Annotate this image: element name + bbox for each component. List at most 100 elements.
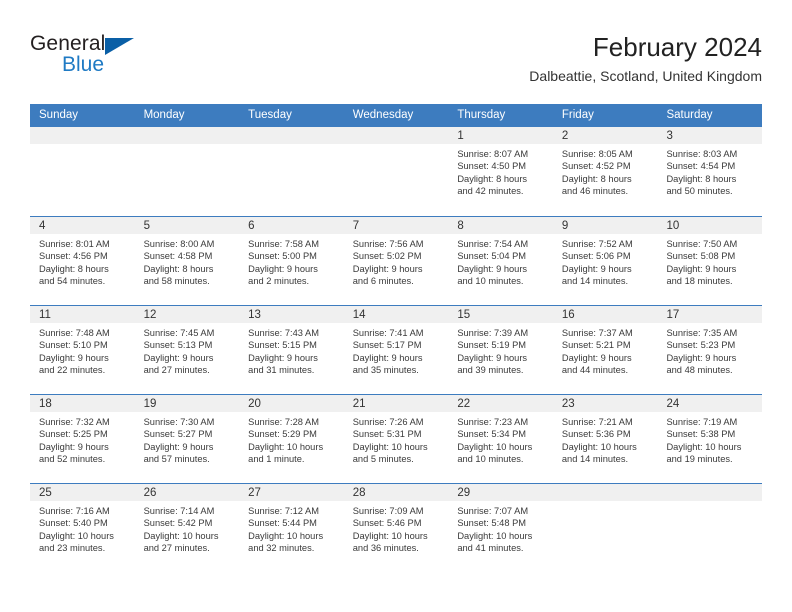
- calendar-day-cell[interactable]: 5 Sunrise: 8:00 AM Sunset: 4:58 PM Daylight…: [134, 217, 240, 305]
- day-number: 3: [657, 127, 763, 144]
- daylight-text-line2: and 5 minutes.: [352, 454, 414, 465]
- calendar-day-cell[interactable]: 12 Sunrise: 7:45 AM Sunset: 5:13 PM Dayligh…: [134, 306, 240, 394]
- weekday-header-monday: Monday: [143, 109, 185, 121]
- sunrise-text: Sunrise: 7:56 AM: [352, 239, 424, 249]
- calendar-day-cell[interactable]: 18 Sunrise: 7:32 AM Sunset: 5:25 PM Dayligh…: [30, 395, 135, 483]
- calendar-day-cell[interactable]: 22 Sunrise: 7:23 AM Sunset: 5:34 PM Dayligh…: [448, 395, 553, 483]
- calendar-day-cell[interactable]: 6 Sunrise: 7:58 AM Sunset: 5:00 PM Daylight…: [239, 217, 344, 305]
- sunrise-text: Sunrise: 8:07 AM: [457, 149, 529, 159]
- daylight-text-line2: and 18 minutes.: [666, 276, 733, 287]
- daylight-text-line2: and 44 minutes.: [561, 365, 629, 376]
- calendar-day-cell[interactable]: 15 Sunrise: 7:39 AM Sunset: 5:19 PM Dayligh…: [448, 306, 553, 394]
- daylight-text-line2: and 6 minutes.: [352, 276, 414, 287]
- calendar-week-row: 25 Sunrise: 7:16 AM Sunset: 5:40 PM Dayligh…: [30, 483, 763, 572]
- sunset-text: Sunset: 5:21 PM: [561, 340, 631, 351]
- day-number: 19: [134, 395, 240, 412]
- calendar-day-cell[interactable]: 2 Sunrise: 8:05 AM Sunset: 4:52 PM Daylight…: [552, 127, 658, 216]
- day-sun-info: Sunrise: 8:07 AM Sunset: 4:50 PM Daylight:…: [448, 144, 553, 198]
- day-number: 11: [30, 306, 135, 323]
- sunrise-text: Sunrise: 8:05 AM: [561, 149, 633, 159]
- sunset-text: Sunset: 5:25 PM: [39, 429, 108, 440]
- day-number: 24: [657, 395, 763, 412]
- day-sun-info: Sunrise: 7:54 AM Sunset: 5:04 PM Daylight:…: [448, 234, 553, 288]
- day-sun-info: Sunrise: 7:23 AM Sunset: 5:34 PM Daylight:…: [448, 412, 553, 466]
- calendar-day-cell[interactable]: 29 Sunrise: 7:07 AM Sunset: 5:48 PM Dayligh…: [448, 484, 553, 572]
- calendar-day-cell[interactable]: 17 Sunrise: 7:35 AM Sunset: 5:23 PM Dayligh…: [657, 306, 763, 394]
- day-sun-info: Sunrise: 7:56 AM Sunset: 5:02 PM Daylight:…: [344, 234, 449, 288]
- calendar-day-cell[interactable]: 14 Sunrise: 7:41 AM Sunset: 5:17 PM Dayligh…: [343, 306, 449, 394]
- daylight-text-line2: and 48 minutes.: [666, 365, 733, 376]
- daylight-text-line1: Daylight: 8 hours: [666, 173, 737, 184]
- day-sun-info: Sunrise: 8:05 AM Sunset: 4:52 PM Daylight:…: [553, 144, 658, 198]
- calendar-day-cell[interactable]: 7 Sunrise: 7:56 AM Sunset: 5:02 PM Daylight…: [343, 217, 449, 305]
- weekday-header-tuesday: Tuesday: [248, 109, 292, 121]
- day-sun-info: Sunrise: 7:09 AM Sunset: 5:46 PM Daylight:…: [344, 501, 449, 555]
- calendar-day-cell[interactable]: 3 Sunrise: 8:03 AM Sunset: 4:54 PM Daylight…: [657, 127, 763, 216]
- sunset-text: Sunset: 4:54 PM: [666, 161, 736, 172]
- calendar-day-cell[interactable]: 28 Sunrise: 7:09 AM Sunset: 5:46 PM Dayligh…: [343, 484, 449, 572]
- sunset-text: Sunset: 5:02 PM: [352, 251, 422, 262]
- calendar-day-cell[interactable]: 8 Sunrise: 7:54 AM Sunset: 5:04 PM Daylight…: [448, 217, 553, 305]
- logo-text-blue: Blue: [62, 53, 105, 76]
- daylight-text-line2: and 2 minutes.: [248, 276, 310, 287]
- daylight-text-line1: Daylight: 10 hours: [39, 530, 114, 541]
- calendar-day-cell[interactable]: 19 Sunrise: 7:30 AM Sunset: 5:27 PM Dayligh…: [134, 395, 240, 483]
- day-number: 18: [30, 395, 135, 412]
- daylight-text-line2: and 23 minutes.: [39, 543, 106, 554]
- calendar-day-cell[interactable]: 27 Sunrise: 7:12 AM Sunset: 5:44 PM Dayligh…: [239, 484, 344, 572]
- daylight-text-line2: and 1 minute.: [248, 454, 305, 465]
- calendar-day-cell-empty: [343, 127, 449, 216]
- calendar-day-cell[interactable]: 16 Sunrise: 7:37 AM Sunset: 5:21 PM Dayligh…: [552, 306, 658, 394]
- day-number: 29: [448, 484, 553, 501]
- calendar-day-cell[interactable]: 25 Sunrise: 7:16 AM Sunset: 5:40 PM Dayligh…: [30, 484, 135, 572]
- sunset-text: Sunset: 5:17 PM: [352, 340, 422, 351]
- calendar-day-cell[interactable]: 1 Sunrise: 8:07 AM Sunset: 4:50 PM Daylight…: [448, 127, 553, 216]
- calendar-day-cell[interactable]: 9 Sunrise: 7:52 AM Sunset: 5:06 PM Daylight…: [552, 217, 658, 305]
- day-number: 25: [30, 484, 135, 501]
- daylight-text-line1: Daylight: 10 hours: [143, 530, 219, 541]
- sunset-text: Sunset: 5:36 PM: [561, 429, 631, 440]
- day-sun-info: Sunrise: 7:16 AM Sunset: 5:40 PM Daylight:…: [30, 501, 135, 555]
- sunset-text: Sunset: 5:10 PM: [39, 340, 108, 351]
- calendar-day-cell[interactable]: 23 Sunrise: 7:21 AM Sunset: 5:36 PM Dayligh…: [552, 395, 658, 483]
- day-number: 8: [448, 217, 553, 234]
- day-number: 5: [134, 217, 240, 234]
- daylight-text-line1: Daylight: 9 hours: [39, 352, 109, 363]
- calendar-day-cell[interactable]: 4 Sunrise: 8:01 AM Sunset: 4:56 PM Daylight…: [30, 217, 135, 305]
- sunset-text: Sunset: 5:42 PM: [143, 518, 213, 529]
- daylight-text-line2: and 32 minutes.: [248, 543, 315, 554]
- calendar-day-cell-empty: [239, 127, 344, 216]
- daylight-text-line1: Daylight: 9 hours: [352, 263, 423, 274]
- sunset-text: Sunset: 5:40 PM: [39, 518, 108, 529]
- sunrise-text: Sunrise: 7:16 AM: [39, 506, 110, 516]
- sunrise-text: Sunrise: 7:12 AM: [248, 506, 319, 516]
- daylight-text-line2: and 14 minutes.: [561, 454, 629, 465]
- daylight-text-line1: Daylight: 9 hours: [666, 352, 737, 363]
- calendar-day-cell[interactable]: 10 Sunrise: 7:50 AM Sunset: 5:08 PM Dayligh…: [657, 217, 763, 305]
- daylight-text-line2: and 27 minutes.: [143, 543, 210, 554]
- daylight-text-line2: and 27 minutes.: [143, 365, 210, 376]
- calendar-page: General Blue February 2024 Dalbeattie, S…: [0, 0, 792, 612]
- day-number: 15: [448, 306, 553, 323]
- calendar-day-cell[interactable]: 13 Sunrise: 7:43 AM Sunset: 5:15 PM Dayligh…: [239, 306, 344, 394]
- general-blue-logo[interactable]: General Blue: [30, 32, 230, 88]
- daylight-text-line1: Daylight: 9 hours: [143, 441, 214, 452]
- day-sun-info: Sunrise: 7:07 AM Sunset: 5:48 PM Daylight:…: [448, 501, 553, 555]
- title-block: February 2024 Dalbeattie, Scotland, Unit…: [529, 32, 762, 85]
- sunset-text: Sunset: 4:50 PM: [457, 161, 527, 172]
- day-sun-info: Sunrise: 7:52 AM Sunset: 5:06 PM Daylight:…: [553, 234, 658, 288]
- calendar-day-cell[interactable]: 21 Sunrise: 7:26 AM Sunset: 5:31 PM Dayligh…: [343, 395, 449, 483]
- calendar-grid: Sunday Monday Tuesday Wednesday Thursday…: [30, 104, 763, 572]
- sunrise-text: Sunrise: 7:45 AM: [143, 328, 215, 338]
- day-number: 13: [239, 306, 344, 323]
- calendar-day-cell[interactable]: 11 Sunrise: 7:48 AM Sunset: 5:10 PM Dayligh…: [30, 306, 135, 394]
- calendar-day-cell[interactable]: 26 Sunrise: 7:14 AM Sunset: 5:42 PM Dayligh…: [134, 484, 240, 572]
- calendar-day-cell-empty: [30, 127, 135, 216]
- sunrise-text: Sunrise: 8:03 AM: [666, 149, 738, 159]
- calendar-day-cell[interactable]: 24 Sunrise: 7:19 AM Sunset: 5:38 PM Dayligh…: [657, 395, 763, 483]
- sunset-text: Sunset: 5:04 PM: [457, 251, 527, 262]
- daylight-text-line1: Daylight: 10 hours: [248, 441, 324, 452]
- daylight-text-line2: and 31 minutes.: [248, 365, 315, 376]
- day-number: 28: [343, 484, 449, 501]
- calendar-day-cell[interactable]: 20 Sunrise: 7:28 AM Sunset: 5:29 PM Dayligh…: [239, 395, 344, 483]
